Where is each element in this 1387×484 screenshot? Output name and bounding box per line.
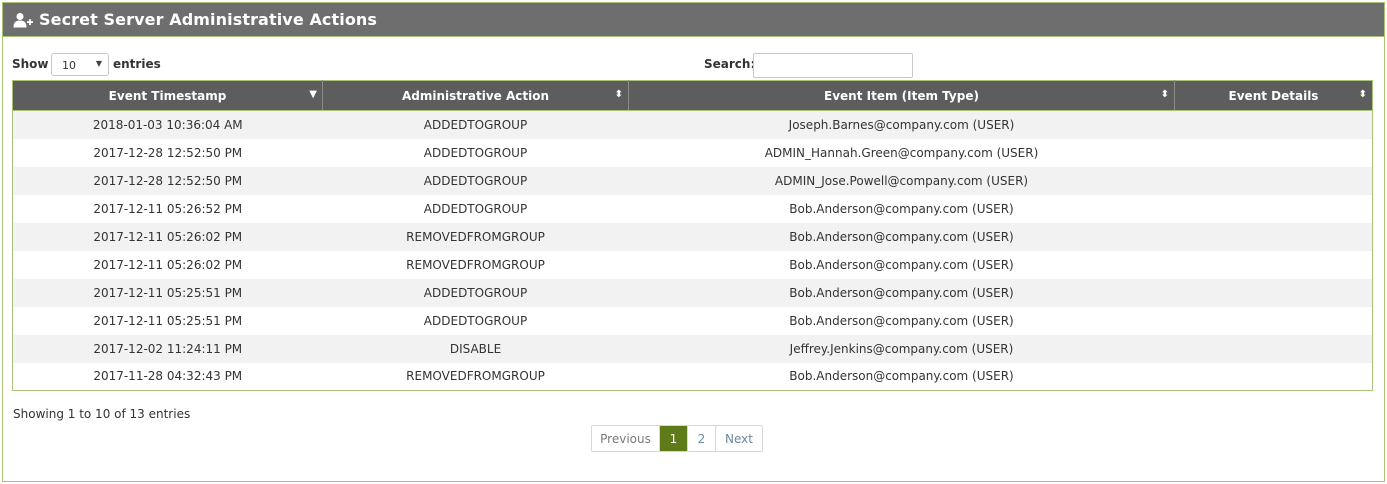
column-label: Event Item (Item Type) bbox=[824, 88, 979, 103]
cell-details bbox=[1174, 138, 1373, 167]
cell-action: ADDEDTOGROUP bbox=[322, 194, 629, 223]
cell-action: REMOVEDFROMGROUP bbox=[322, 362, 629, 391]
cell-timestamp: 2017-12-11 05:25:51 PM bbox=[12, 306, 323, 335]
column-header-administrative-action[interactable]: Administrative Action ⬍ bbox=[322, 80, 629, 111]
cell-details bbox=[1174, 222, 1373, 251]
cell-action: ADDEDTOGROUP bbox=[322, 110, 629, 139]
cell-details bbox=[1174, 166, 1373, 195]
sort-both-icon: ⬍ bbox=[1160, 89, 1169, 100]
panel-header: Secret Server Administrative Actions bbox=[3, 3, 1384, 37]
cell-details bbox=[1174, 250, 1373, 279]
cell-item: Bob.Anderson@company.com (USER) bbox=[628, 362, 1175, 391]
next-button[interactable]: Next bbox=[716, 426, 762, 451]
column-label: Event Timestamp bbox=[108, 88, 227, 103]
cell-item: Bob.Anderson@company.com (USER) bbox=[628, 250, 1175, 279]
admin-actions-table: Event Timestamp ▼ Administrative Action … bbox=[12, 80, 1373, 391]
search-label: Search: bbox=[704, 57, 756, 71]
cell-timestamp: 2017-12-11 05:26:02 PM bbox=[12, 250, 323, 279]
page-size-select[interactable]: 10 ▼ bbox=[51, 53, 109, 76]
column-header-event-timestamp[interactable]: Event Timestamp ▼ bbox=[12, 80, 323, 111]
page-size-value: 10 bbox=[62, 59, 76, 72]
table-row[interactable]: 2017-12-11 05:25:51 PM ADDEDTOGROUP Bob.… bbox=[12, 306, 1373, 335]
table-header-row: Event Timestamp ▼ Administrative Action … bbox=[12, 80, 1373, 111]
cell-action: ADDEDTOGROUP bbox=[322, 138, 629, 167]
cell-item: Bob.Anderson@company.com (USER) bbox=[628, 278, 1175, 307]
page-title: Secret Server Administrative Actions bbox=[39, 10, 378, 29]
cell-item: Jeffrey.Jenkins@company.com (USER) bbox=[628, 334, 1175, 363]
cell-item: Bob.Anderson@company.com (USER) bbox=[628, 222, 1175, 251]
cell-action: REMOVEDFROMGROUP bbox=[322, 222, 629, 251]
page-button-2[interactable]: 2 bbox=[688, 426, 716, 451]
cell-timestamp: 2017-12-11 05:25:51 PM bbox=[12, 278, 323, 307]
cell-details bbox=[1174, 110, 1373, 139]
previous-button[interactable]: Previous bbox=[592, 426, 660, 451]
table-row[interactable]: 2017-12-11 05:26:02 PM REMOVEDFROMGROUP … bbox=[12, 222, 1373, 251]
table-row[interactable]: 2017-12-02 11:24:11 PM DISABLE Jeffrey.J… bbox=[12, 334, 1373, 363]
chevron-down-icon: ▼ bbox=[95, 59, 102, 68]
table-controls: Show 10 ▼ entries Search: bbox=[12, 52, 1375, 78]
column-label: Administrative Action bbox=[401, 88, 550, 103]
user-add-icon bbox=[13, 12, 33, 28]
column-header-event-item[interactable]: Event Item (Item Type) ⬍ bbox=[628, 80, 1175, 111]
sort-both-icon: ⬍ bbox=[1358, 89, 1367, 100]
table-row[interactable]: 2018-01-03 10:36:04 AM ADDEDTOGROUP Jose… bbox=[12, 110, 1373, 139]
cell-timestamp: 2017-12-28 12:52:50 PM bbox=[12, 166, 323, 195]
cell-details bbox=[1174, 362, 1373, 391]
cell-timestamp: 2017-12-11 05:26:02 PM bbox=[12, 222, 323, 251]
cell-item: Bob.Anderson@company.com (USER) bbox=[628, 194, 1175, 223]
cell-timestamp: 2017-12-28 12:52:50 PM bbox=[12, 138, 323, 167]
show-label: Show bbox=[12, 57, 49, 71]
cell-timestamp: 2018-01-03 10:36:04 AM bbox=[12, 110, 323, 139]
cell-action: REMOVEDFROMGROUP bbox=[322, 250, 629, 279]
column-label: Event Details bbox=[1228, 88, 1319, 103]
table-row[interactable]: 2017-12-11 05:26:02 PM REMOVEDFROMGROUP … bbox=[12, 250, 1373, 279]
pagination: Previous 1 2 Next bbox=[591, 425, 763, 452]
cell-details bbox=[1174, 334, 1373, 363]
table-row[interactable]: 2017-11-28 04:32:43 PM REMOVEDFROMGROUP … bbox=[12, 362, 1373, 391]
cell-item: ADMIN_Hannah.Green@company.com (USER) bbox=[628, 138, 1175, 167]
cell-details bbox=[1174, 194, 1373, 223]
table-row[interactable]: 2017-12-11 05:26:52 PM ADDEDTOGROUP Bob.… bbox=[12, 194, 1373, 223]
cell-details bbox=[1174, 306, 1373, 335]
cell-timestamp: 2017-11-28 04:32:43 PM bbox=[12, 362, 323, 391]
table-row[interactable]: 2017-12-28 12:52:50 PM ADDEDTOGROUP ADMI… bbox=[12, 166, 1373, 195]
cell-item: Bob.Anderson@company.com (USER) bbox=[628, 306, 1175, 335]
page-button-1[interactable]: 1 bbox=[660, 426, 688, 451]
table-row[interactable]: 2017-12-28 12:52:50 PM ADDEDTOGROUP ADMI… bbox=[12, 138, 1373, 167]
cell-timestamp: 2017-12-11 05:26:52 PM bbox=[12, 194, 323, 223]
cell-action: ADDEDTOGROUP bbox=[322, 306, 629, 335]
sort-desc-icon: ▼ bbox=[309, 89, 317, 100]
cell-action: ADDEDTOGROUP bbox=[322, 278, 629, 307]
search-input[interactable] bbox=[753, 53, 913, 78]
cell-timestamp: 2017-12-02 11:24:11 PM bbox=[12, 334, 323, 363]
table-row[interactable]: 2017-12-11 05:25:51 PM ADDEDTOGROUP Bob.… bbox=[12, 278, 1373, 307]
cell-action: ADDEDTOGROUP bbox=[322, 166, 629, 195]
table-info: Showing 1 to 10 of 13 entries bbox=[13, 407, 191, 421]
cell-item: Joseph.Barnes@company.com (USER) bbox=[628, 110, 1175, 139]
cell-action: DISABLE bbox=[322, 334, 629, 363]
admin-actions-panel: Secret Server Administrative Actions Sho… bbox=[2, 2, 1385, 482]
cell-item: ADMIN_Jose.Powell@company.com (USER) bbox=[628, 166, 1175, 195]
entries-label: entries bbox=[113, 57, 161, 71]
sort-both-icon: ⬍ bbox=[614, 89, 623, 100]
cell-details bbox=[1174, 278, 1373, 307]
column-header-event-details[interactable]: Event Details ⬍ bbox=[1174, 80, 1373, 111]
